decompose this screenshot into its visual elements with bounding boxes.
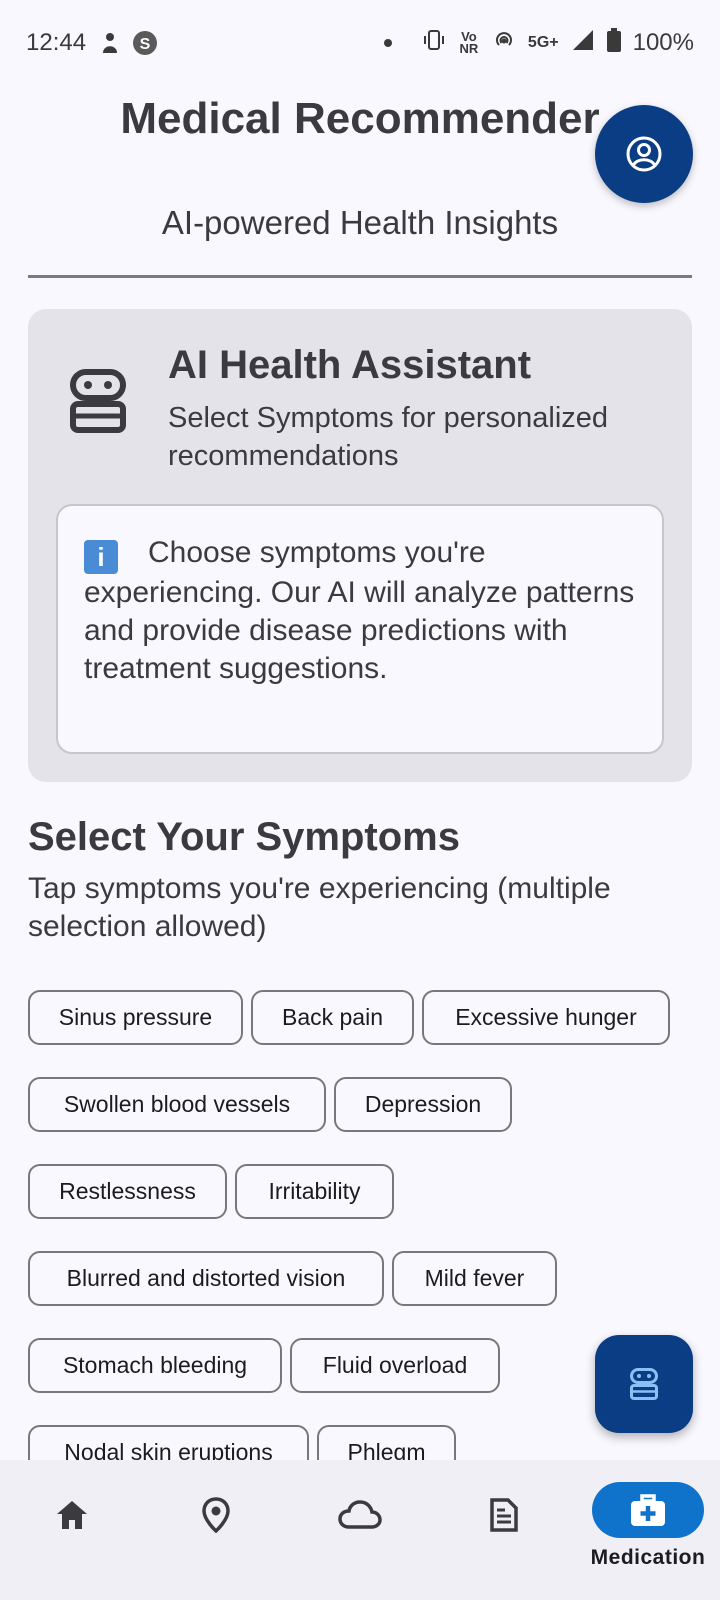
app-badge-icon: S (132, 30, 158, 56)
symptom-chip[interactable]: Depression (334, 1077, 512, 1132)
symptom-chip[interactable]: Blurred and distorted vision (28, 1251, 384, 1306)
assistant-subtitle: Select Symptoms for personalized recomme… (168, 402, 609, 472)
notification-icon (100, 32, 120, 54)
account-circle-icon (626, 136, 662, 172)
symptom-chip-list: Sinus pressure Back pain Excessive hunge… (28, 990, 688, 1460)
home-icon (55, 1490, 89, 1540)
chip-row: Sinus pressure Back pain Excessive hunge… (28, 990, 688, 1045)
cloud-icon (338, 1490, 382, 1540)
nav-home[interactable] (0, 1460, 144, 1600)
robot-icon (630, 1368, 658, 1400)
medical-kit-icon (631, 1494, 665, 1526)
nav-documents[interactable] (432, 1460, 576, 1600)
signal-icon (571, 28, 595, 59)
symptom-chip[interactable]: Mild fever (392, 1251, 557, 1306)
location-icon (202, 1490, 230, 1540)
symptom-chip[interactable]: Sinus pressure (28, 990, 243, 1045)
symptom-chip[interactable]: Fluid overload (290, 1338, 500, 1393)
nav-medication[interactable]: Medication (576, 1460, 720, 1600)
chip-row: Nodal skin eruptions Phlegm (28, 1425, 688, 1460)
hotspot-icon (492, 28, 516, 59)
document-icon (489, 1490, 519, 1540)
vibrate-icon (422, 28, 446, 59)
symptoms-title: Select Your Symptoms (28, 815, 460, 859)
svg-text:S: S (140, 36, 151, 53)
nav-location[interactable] (144, 1460, 288, 1600)
assistant-title: AI Health Assistant (168, 343, 532, 387)
symptom-chip[interactable]: Excessive hunger (422, 990, 670, 1045)
nav-weather[interactable] (288, 1460, 432, 1600)
profile-button[interactable] (595, 105, 693, 203)
header-divider (28, 275, 692, 278)
info-text: Choose symptoms you're experiencing. Our… (84, 536, 635, 685)
chip-row: Stomach bleeding Fluid overload (28, 1338, 688, 1393)
chip-row: Blurred and distorted vision Mild fever (28, 1251, 688, 1306)
status-time: 12:44 (26, 29, 87, 56)
symptom-chip[interactable]: Irritability (235, 1164, 394, 1219)
battery-level: 100% (632, 29, 694, 56)
page-title: Medical Recommender (120, 94, 600, 143)
info-icon: i (84, 540, 118, 574)
nav-active-indicator (592, 1482, 704, 1538)
status-bar: 12:44 S Vo NR 5G+ 100% (0, 0, 720, 86)
symptom-chip[interactable]: Restlessness (28, 1164, 227, 1219)
chip-row: Swollen blood vessels Depression (28, 1077, 688, 1132)
symptom-chip[interactable]: Swollen blood vessels (28, 1077, 326, 1132)
ai-assistant-fab[interactable] (595, 1335, 693, 1433)
battery-icon (606, 27, 621, 59)
dot-icon (383, 39, 392, 47)
assistant-card: AI Health Assistant Select Symptoms for … (28, 309, 692, 782)
symptom-chip[interactable]: Phlegm (317, 1425, 456, 1460)
symptom-chip[interactable]: Stomach bleeding (28, 1338, 282, 1393)
volte-label: Vo NR (459, 29, 479, 56)
symptoms-subtitle: Tap symptoms you're experiencing (multip… (28, 872, 611, 943)
chip-row: Restlessness Irritability (28, 1164, 688, 1219)
info-box: i Choose symptoms you're experiencing. Ou… (56, 504, 664, 754)
nav-medication-label: Medication (590, 1546, 706, 1569)
bottom-navigation: Medication (0, 1460, 720, 1600)
symptom-chip[interactable]: Nodal skin eruptions (28, 1425, 309, 1460)
network-type: 5G+ (527, 34, 559, 51)
symptom-chip[interactable]: Back pain (251, 990, 414, 1045)
page-subtitle: AI-powered Health Insights (161, 204, 559, 241)
status-right: Vo NR 5G+ 100% (383, 27, 694, 59)
robot-icon (68, 369, 128, 438)
